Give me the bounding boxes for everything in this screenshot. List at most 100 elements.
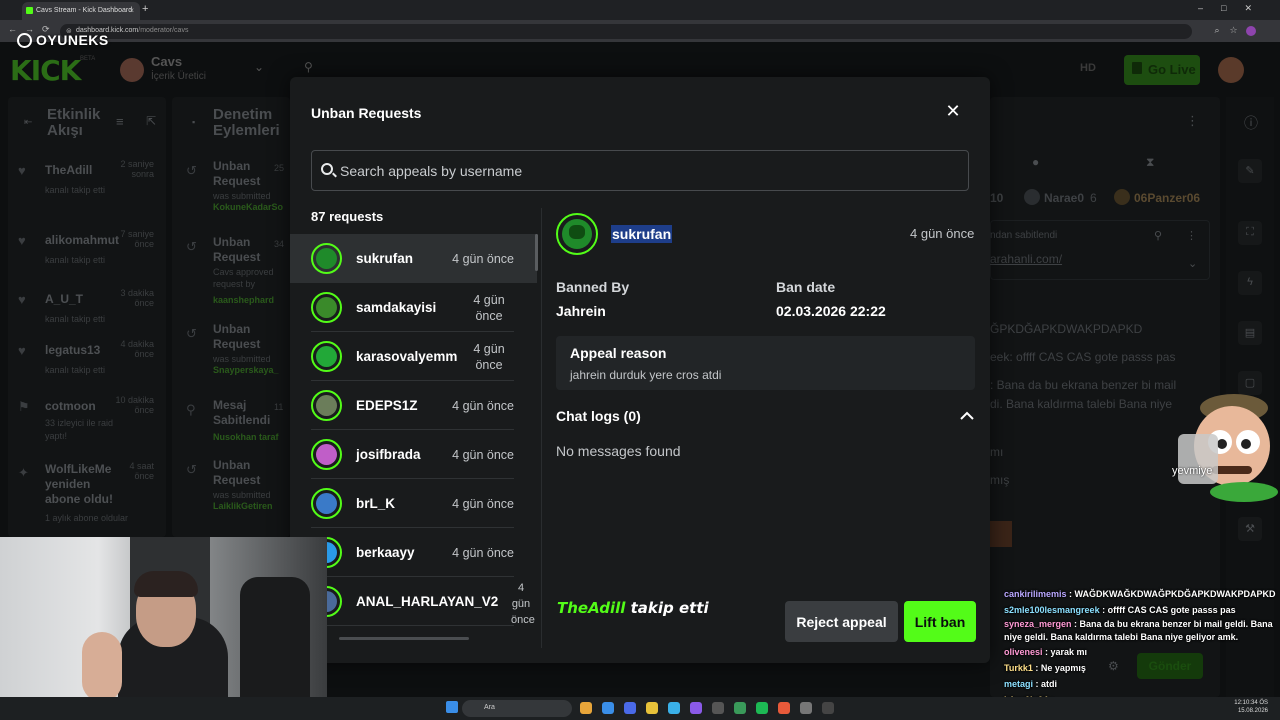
notes-icon[interactable]: ▤ bbox=[1238, 321, 1262, 345]
request-row[interactable]: ANAL_HARLAYAN_V2 4 gün önce bbox=[290, 577, 537, 626]
windows-start-icon[interactable] bbox=[446, 701, 458, 713]
activity-user[interactable]: cotmoon bbox=[45, 399, 96, 413]
url-field[interactable]: ⊜ dashboard.kick.com/moderator/cavs bbox=[60, 24, 1192, 39]
activity-user[interactable]: TheAdill bbox=[45, 163, 92, 177]
activity-user[interactable]: legatus13 bbox=[45, 343, 100, 357]
detail-username[interactable]: sukrufan bbox=[611, 225, 673, 243]
webcam-overlay bbox=[0, 537, 327, 720]
leaderboard-count-1: 10 bbox=[990, 191, 1004, 205]
lift-ban-button[interactable]: Lift ban bbox=[904, 601, 976, 642]
moderation-action-user[interactable]: Snayperskaya_ bbox=[213, 365, 290, 375]
close-icon[interactable]: ✕ bbox=[945, 102, 961, 120]
moderation-action-subtext: was submitted bbox=[213, 490, 271, 500]
kick-logo[interactable]: KICK bbox=[10, 54, 81, 87]
search-input[interactable] bbox=[340, 151, 960, 190]
stream-chat-text: atdi bbox=[1041, 679, 1058, 689]
app-icon[interactable] bbox=[778, 702, 790, 714]
request-avatar bbox=[311, 439, 342, 470]
request-row[interactable]: berkaayy 4 gün önce bbox=[290, 528, 537, 577]
ban-date-label: Ban date bbox=[776, 279, 836, 295]
app-icon[interactable] bbox=[734, 702, 746, 714]
pin-icon[interactable]: ⚲ bbox=[1154, 229, 1162, 242]
stream-chat-message: cankirilimemis : WAĞDKWAĞKDWAĞPKDĞAPKDWA… bbox=[1004, 589, 1276, 599]
request-row[interactable]: karasovalyemm 4 gün önce bbox=[290, 332, 537, 381]
chrome-icon[interactable] bbox=[580, 702, 592, 714]
detail-avatar bbox=[556, 213, 598, 255]
request-row[interactable]: josifbrada 4 gün önce bbox=[290, 430, 537, 479]
follow-alert-text: takip etti bbox=[630, 599, 709, 617]
request-row[interactable]: EDEPS1Z 4 gün önce bbox=[290, 381, 537, 430]
moderation-action-time: 25 bbox=[274, 163, 285, 173]
chevron-down-icon[interactable]: ⌄ bbox=[254, 60, 264, 74]
request-time: 4 gün önce bbox=[452, 399, 514, 413]
taskbar-clock[interactable]: 12:10:34 ÖS 15.08.2026 bbox=[1234, 699, 1268, 715]
moderation-action-title[interactable]: Unban Request bbox=[213, 458, 268, 488]
request-row[interactable]: brL_K 4 gün önce bbox=[290, 479, 537, 528]
chat-bubble-icon[interactable]: ● bbox=[1032, 155, 1039, 169]
search-box[interactable] bbox=[311, 150, 969, 191]
request-row[interactable]: sukrufan 4 gün önce bbox=[290, 234, 537, 283]
activity-user[interactable]: A_U_T bbox=[45, 292, 83, 306]
browser-toolbar-icons[interactable]: ⌕☆⧉ bbox=[1214, 25, 1264, 36]
ban-date-value: 02.03.2026 22:22 bbox=[776, 303, 886, 319]
taskbar-search[interactable]: Ara bbox=[462, 700, 572, 717]
pin-icon[interactable]: ⚲ bbox=[304, 60, 313, 74]
app-icon[interactable] bbox=[800, 702, 812, 714]
collapse-icon[interactable]: ⇤ bbox=[24, 117, 32, 128]
follow-alert-overlay: TheAdill takip etti bbox=[557, 599, 709, 617]
stream-chat-user: syneza_mergen bbox=[1004, 619, 1072, 629]
browser-tab[interactable]: Cavs Stream - Kick Dashboard × bbox=[22, 2, 140, 20]
pin-icon: ⚲ bbox=[186, 402, 196, 417]
popout-icon[interactable]: ⇱ bbox=[146, 114, 156, 128]
channel-name[interactable]: Cavs bbox=[151, 54, 182, 69]
edge-icon[interactable] bbox=[602, 702, 614, 714]
moderation-action-title[interactable]: Mesaj Sabitlendi bbox=[213, 398, 270, 428]
moderation-action-title[interactable]: Unban Request bbox=[213, 322, 268, 352]
more-icon[interactable]: ⋮ bbox=[1186, 229, 1197, 242]
moderation-action-title[interactable]: Unban Request bbox=[213, 235, 268, 265]
user-avatar[interactable] bbox=[1218, 57, 1244, 83]
request-row[interactable]: samdakayisi 4 gün önce bbox=[290, 283, 537, 332]
moderation-action-user[interactable]: kaanshephard bbox=[213, 295, 290, 305]
close-tab-icon[interactable]: × bbox=[129, 6, 134, 15]
info-icon[interactable]: ⓘ bbox=[1244, 113, 1258, 133]
moderation-action-title[interactable]: Unban Request bbox=[213, 159, 268, 189]
wrench-icon[interactable]: ⚒ bbox=[1238, 517, 1262, 541]
moderation-action-user[interactable]: Nusokhan taraf bbox=[213, 432, 290, 442]
channel-avatar[interactable] bbox=[120, 58, 144, 82]
lightning-icon[interactable]: ϟ bbox=[1238, 271, 1262, 295]
hourglass-icon[interactable]: ⧗ bbox=[1146, 155, 1154, 170]
pinned-link[interactable]: arahanli.com/ bbox=[990, 252, 1062, 266]
spotify-icon[interactable] bbox=[756, 702, 768, 714]
app-icon[interactable] bbox=[712, 702, 724, 714]
fullscreen-icon[interactable]: ⛶ bbox=[1238, 221, 1262, 245]
app-icon[interactable] bbox=[668, 702, 680, 714]
stream-chat-user: olivenesi bbox=[1004, 647, 1043, 657]
new-tab-icon[interactable]: + bbox=[142, 3, 148, 15]
hd-icon[interactable]: HD bbox=[1080, 62, 1096, 74]
request-avatar bbox=[311, 243, 342, 274]
chat-logs-label[interactable]: Chat logs (0) bbox=[556, 408, 641, 424]
browser-profile-avatar[interactable] bbox=[1246, 26, 1256, 36]
more-icon[interactable]: ⋮ bbox=[1186, 113, 1199, 129]
moderation-action-user[interactable]: LaiklikGetiren bbox=[213, 501, 290, 511]
list-horizontal-scrollbar[interactable] bbox=[339, 637, 469, 640]
reject-appeal-button[interactable]: Reject appeal bbox=[785, 601, 898, 642]
request-time: 4 gün önce bbox=[473, 293, 505, 323]
chevron-down-icon[interactable]: ⌄ bbox=[1188, 257, 1197, 270]
leaderboard-user-2[interactable]: 06Panzer06 bbox=[1134, 191, 1220, 205]
window-controls[interactable]: –□✕ bbox=[1198, 3, 1270, 14]
folder-icon[interactable] bbox=[646, 702, 658, 714]
list-scrollbar[interactable] bbox=[535, 234, 538, 271]
edit-icon[interactable]: ✎ bbox=[1238, 159, 1262, 183]
filter-icon[interactable]: ≡ bbox=[116, 114, 124, 129]
app-icon[interactable] bbox=[822, 702, 834, 714]
leaderboard-user-1[interactable]: Narae0 bbox=[1044, 191, 1084, 205]
app-icon[interactable] bbox=[624, 702, 636, 714]
drag-handle-icon[interactable]: ▪ bbox=[192, 117, 195, 127]
request-list[interactable]: sukrufan 4 gün önce samdakayisi 4 gün önce k… bbox=[290, 234, 537, 645]
app-icon[interactable] bbox=[690, 702, 702, 714]
moderation-action-user[interactable]: KokuneKadarSo bbox=[213, 202, 290, 212]
chevron-up-icon[interactable] bbox=[960, 409, 974, 423]
moderation-action-subtext: was submitted bbox=[213, 191, 271, 201]
